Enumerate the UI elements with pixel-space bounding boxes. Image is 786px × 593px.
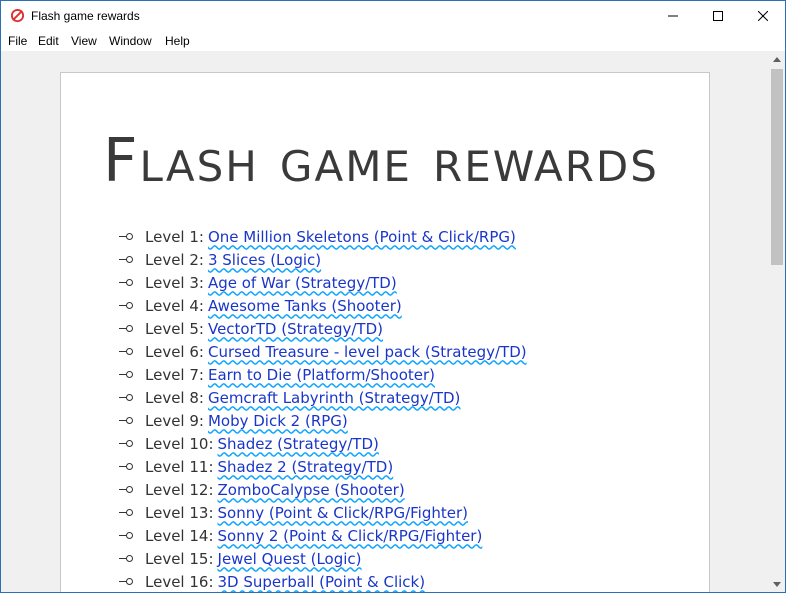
app-window: Flash game rewards File Edit View Window… <box>0 0 786 593</box>
list-item: Level 7: Earn to Die (Platform/Shooter) <box>119 363 527 386</box>
maximize-button[interactable] <box>695 1 740 31</box>
menu-edit[interactable]: Edit <box>38 34 59 48</box>
key-bullet-icon <box>119 393 133 402</box>
level-label: Level 5: <box>145 319 204 338</box>
list-item: Level 9: Moby Dick 2 (RPG) <box>119 409 527 432</box>
key-bullet-icon <box>119 439 133 448</box>
menu-help[interactable]: Help <box>165 34 190 48</box>
level-label: Level 8: <box>145 388 204 407</box>
game-link[interactable]: Shadez 2 (Strategy/TD) <box>218 458 394 476</box>
key-bullet-icon <box>119 370 133 379</box>
reward-list: Level 1: One Million Skeletons (Point & C… <box>119 225 527 592</box>
game-link[interactable]: Sonny 2 (Point & Click/RPG/Fighter) <box>218 527 483 545</box>
game-link[interactable]: VectorTD (Strategy/TD) <box>208 320 383 338</box>
key-bullet-icon <box>119 232 133 241</box>
level-label: Level 3: <box>145 273 204 292</box>
key-bullet-icon <box>119 416 133 425</box>
game-link[interactable]: Awesome Tanks (Shooter) <box>208 297 402 315</box>
menu-view[interactable]: View <box>71 34 97 48</box>
level-label: Level 12: <box>145 480 214 499</box>
key-bullet-icon <box>119 301 133 310</box>
list-item: Level 10: Shadez (Strategy/TD) <box>119 432 527 455</box>
key-bullet-icon <box>119 508 133 517</box>
game-link[interactable]: Jewel Quest (Logic) <box>218 550 362 568</box>
list-item: Level 1: One Million Skeletons (Point & C… <box>119 225 527 248</box>
game-link[interactable]: Sonny (Point & Click/RPG/Fighter) <box>218 504 469 522</box>
key-bullet-icon <box>119 347 133 356</box>
list-item: Level 8: Gemcraft Labyrinth (Strategy/TD) <box>119 386 527 409</box>
key-bullet-icon <box>119 531 133 540</box>
list-item: Level 3: Age of War (Strategy/TD) <box>119 271 527 294</box>
game-link[interactable]: Cursed Treasure - level pack (Strategy/T… <box>208 343 527 361</box>
menu-window[interactable]: Window <box>109 34 152 48</box>
chevron-up-icon <box>773 56 781 62</box>
minimize-button[interactable] <box>650 1 695 31</box>
menu-bar: File Edit View Window Help <box>1 31 785 51</box>
list-item: Level 14: Sonny 2 (Point & Click/RPG/Figh… <box>119 524 527 547</box>
level-label: Level 15: <box>145 549 214 568</box>
list-item: Level 13: Sonny (Point & Click/RPG/Fighte… <box>119 501 527 524</box>
scroll-up-button[interactable] <box>769 51 785 67</box>
list-item: Level 16: 3D Superball (Point & Click) <box>119 570 527 592</box>
page-title: Flash game rewards <box>103 126 659 196</box>
list-item: Level 12: ZomboCalypse (Shooter) <box>119 478 527 501</box>
close-icon <box>757 11 768 21</box>
chevron-down-icon <box>773 581 781 587</box>
list-item: Level 6: Cursed Treasure - level pack (St… <box>119 340 527 363</box>
level-label: Level 7: <box>145 365 204 384</box>
document-page: Flash game rewards Level 1: One Million S… <box>60 72 710 592</box>
menu-file[interactable]: File <box>8 34 27 48</box>
game-link[interactable]: 3D Superball (Point & Click) <box>218 573 426 591</box>
level-label: Level 1: <box>145 227 204 246</box>
key-bullet-icon <box>119 485 133 494</box>
level-label: Level 11: <box>145 457 214 476</box>
title-bar[interactable]: Flash game rewards <box>1 1 785 31</box>
game-link[interactable]: 3 Slices (Logic) <box>208 251 321 269</box>
scroll-down-button[interactable] <box>769 576 785 592</box>
game-link[interactable]: Moby Dick 2 (RPG) <box>208 412 348 430</box>
list-item: Level 2: 3 Slices (Logic) <box>119 248 527 271</box>
vertical-scrollbar[interactable] <box>769 51 785 592</box>
level-label: Level 10: <box>145 434 214 453</box>
key-bullet-icon <box>119 255 133 264</box>
key-bullet-icon <box>119 278 133 287</box>
game-link[interactable]: ZomboCalypse (Shooter) <box>218 481 405 499</box>
scroll-thumb[interactable] <box>771 69 783 265</box>
game-link[interactable]: Earn to Die (Platform/Shooter) <box>208 366 435 384</box>
game-link[interactable]: One Million Skeletons (Point & Click/RPG… <box>208 228 516 246</box>
key-bullet-icon <box>119 554 133 563</box>
level-label: Level 2: <box>145 250 204 269</box>
key-bullet-icon <box>119 324 133 333</box>
level-label: Level 13: <box>145 503 214 522</box>
close-button[interactable] <box>740 1 785 31</box>
level-label: Level 6: <box>145 342 204 361</box>
level-label: Level 14: <box>145 526 214 545</box>
key-bullet-icon <box>119 577 133 586</box>
level-label: Level 9: <box>145 411 204 430</box>
window-title: Flash game rewards <box>31 9 140 23</box>
list-item: Level 5: VectorTD (Strategy/TD) <box>119 317 527 340</box>
document-viewport: Flash game rewards Level 1: One Million S… <box>1 51 769 592</box>
level-label: Level 4: <box>145 296 204 315</box>
list-item: Level 15: Jewel Quest (Logic) <box>119 547 527 570</box>
key-bullet-icon <box>119 462 133 471</box>
maximize-icon <box>712 11 723 21</box>
game-link[interactable]: Gemcraft Labyrinth (Strategy/TD) <box>208 389 460 407</box>
level-label: Level 16: <box>145 572 214 591</box>
list-item: Level 4: Awesome Tanks (Shooter) <box>119 294 527 317</box>
game-link[interactable]: Shadez (Strategy/TD) <box>218 435 379 453</box>
list-item: Level 11: Shadez 2 (Strategy/TD) <box>119 455 527 478</box>
app-icon <box>10 8 25 23</box>
minimize-icon <box>667 15 678 17</box>
game-link[interactable]: Age of War (Strategy/TD) <box>208 274 397 292</box>
